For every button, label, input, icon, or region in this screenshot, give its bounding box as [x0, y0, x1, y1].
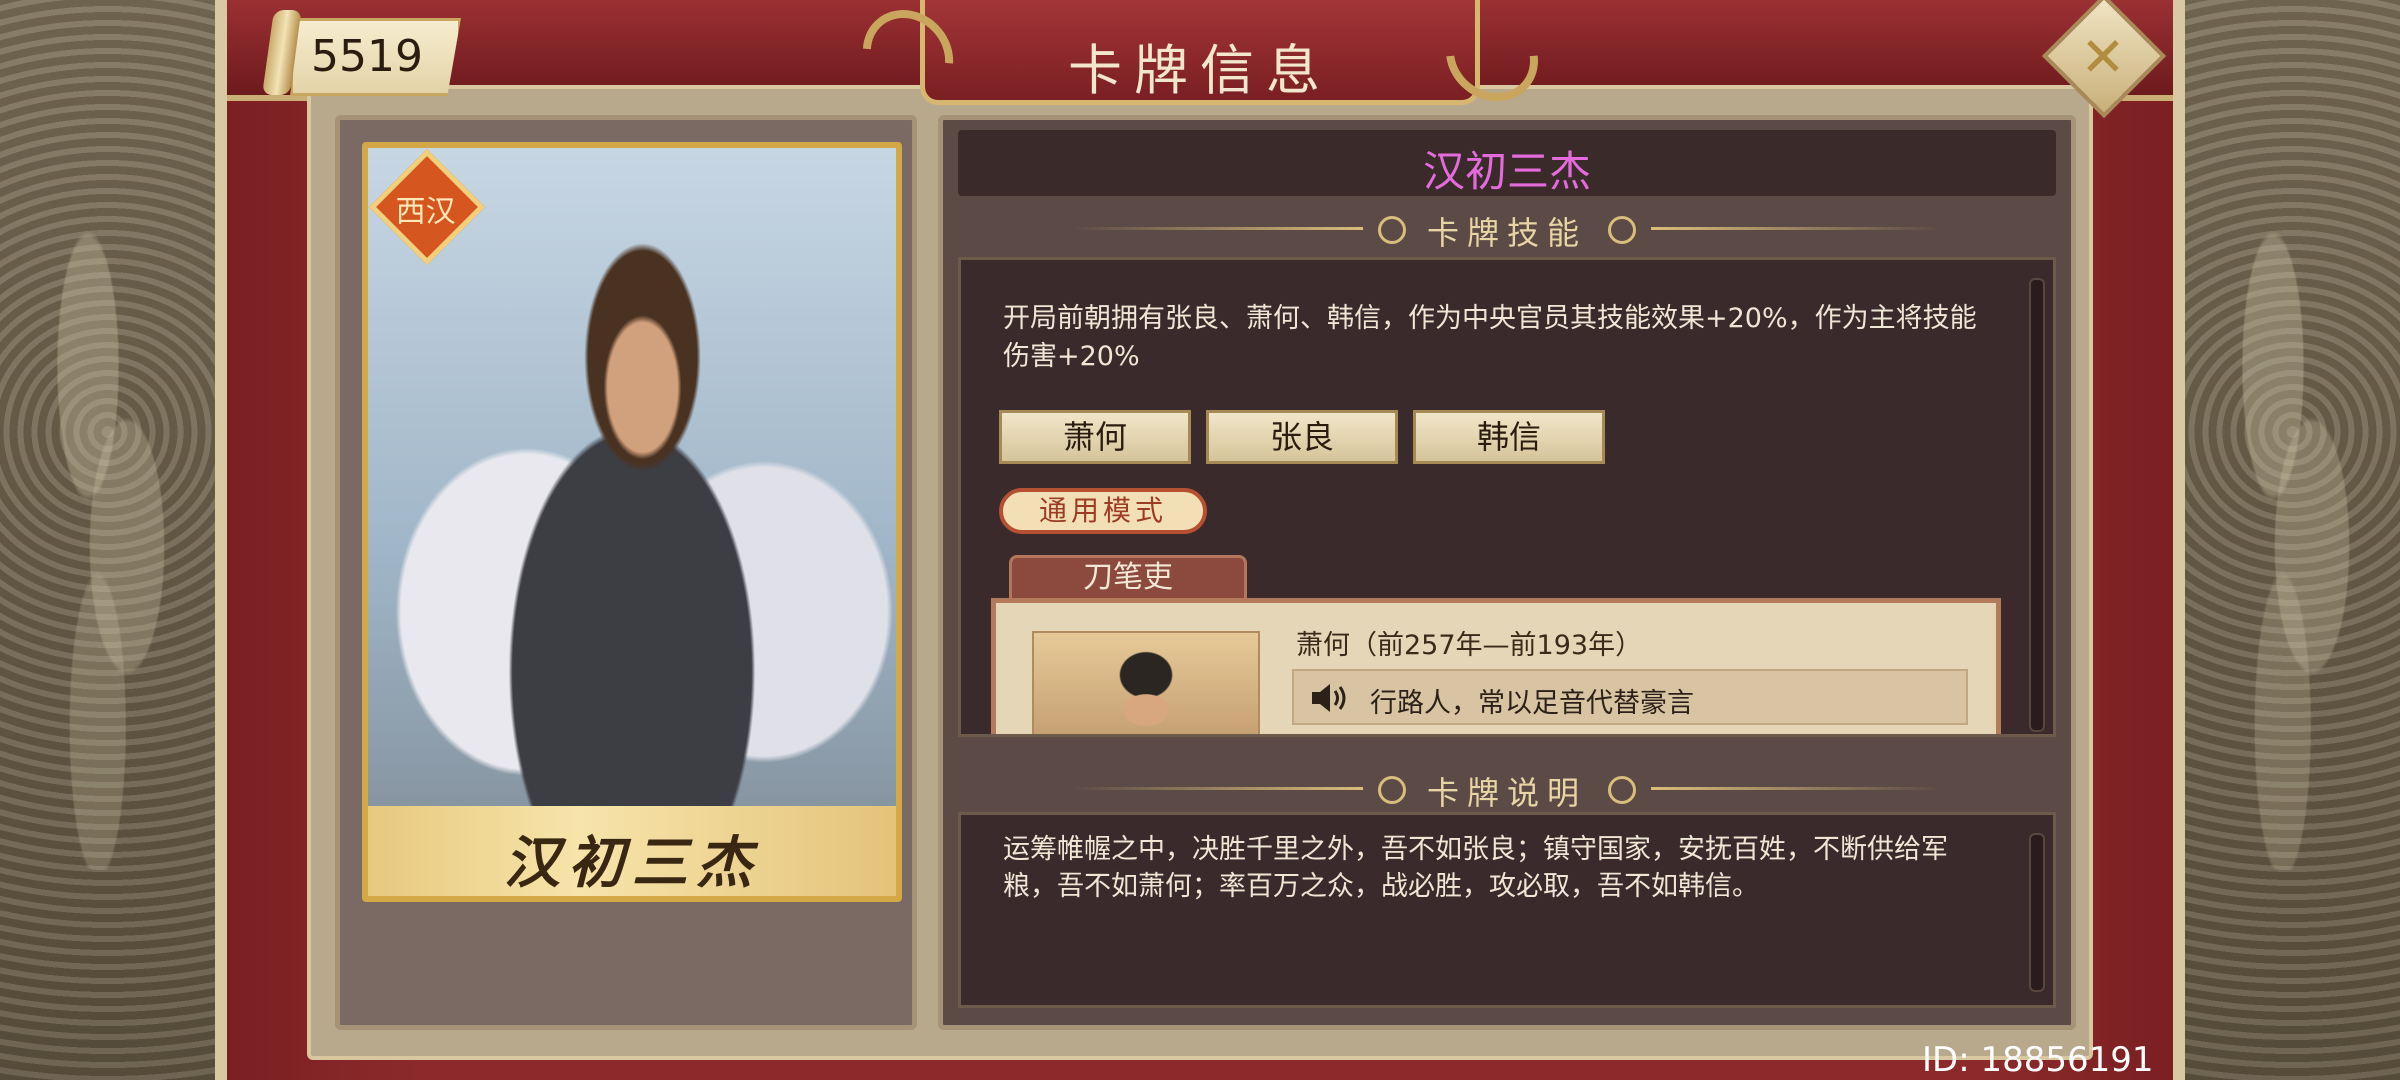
skill-scrollbar[interactable] [2029, 278, 2045, 732]
general-button-xiaohe[interactable]: 萧何 [999, 410, 1191, 464]
close-x-icon: ✕ [2080, 25, 2126, 89]
general-button-hanxin[interactable]: 韩信 [1413, 410, 1605, 464]
voice-line-button[interactable]: 行路人，常以足音代替豪言 [1292, 669, 1968, 725]
card-portrait-panel: 西汉 汉初三杰 [335, 115, 917, 1030]
left-ornament-panel [0, 0, 215, 1080]
dragon-pattern [2195, 150, 2390, 870]
score-value: 5519 [311, 31, 423, 82]
title-plaque: 卡牌信息 [844, 0, 1557, 121]
dragon-pattern [10, 150, 205, 870]
card-description: 运筹帷幄之中，决胜千里之外，吾不如张良；镇守国家，安抚百姓，不断供给军粮，吾不如… [1003, 834, 1948, 902]
skill-section-divider: 卡牌技能 [1073, 208, 1941, 252]
tab-character-role[interactable]: 刀笔吏 [1009, 555, 1247, 599]
skill-section-label: 卡牌技能 [1426, 214, 1587, 252]
card-name-banner: 汉初三杰 [368, 806, 896, 896]
dynasty-badge: 西汉 [369, 149, 485, 265]
dynasty-badge-label: 西汉 [395, 194, 456, 230]
speaker-icon [1312, 684, 1346, 712]
score-display: 5519 [290, 18, 461, 96]
general-button-zhangliang[interactable]: 张良 [1206, 410, 1398, 464]
skill-content-box[interactable]: 开局前朝拥有张良、萧何、韩信，作为中央官员其技能效果+20%，作为主将技能伤害+… [958, 257, 2056, 737]
character-name: 萧何（前257年—前193年） [1296, 630, 1643, 661]
page-title: 卡牌信息 [1068, 39, 1332, 102]
desc-scrollbar[interactable] [2029, 833, 2045, 992]
card-detail-panel: 汉初三杰 卡牌技能 开局前朝拥有张良、萧何、韩信，作为中央官员其技能效果+20%… [938, 115, 2076, 1030]
description-box[interactable]: 运筹帷幄之中，决胜千里之外，吾不如张良；镇守国家，安抚百姓，不断供给军粮，吾不如… [958, 812, 2056, 1008]
mode-badge: 通用模式 [999, 488, 1207, 534]
user-id: ID: 18856191 [1922, 1040, 2154, 1080]
card-title-bar: 汉初三杰 [958, 130, 2056, 196]
card-name-banner-text: 汉初三杰 [504, 830, 760, 896]
right-ornament-panel [2185, 0, 2400, 1080]
card-title: 汉初三杰 [1422, 147, 1591, 196]
skill-description: 开局前朝拥有张良、萧何、韩信，作为中央官员其技能效果+20%，作为主将技能伤害+… [1003, 303, 1977, 372]
character-portrait [1032, 631, 1260, 734]
desc-section-label: 卡牌说明 [1426, 774, 1587, 812]
desc-section-divider: 卡牌说明 [1073, 768, 1941, 812]
character-panel: 萧何（前257年—前193年） 行路人，常以足音代替豪言 [991, 598, 2001, 734]
card-art[interactable]: 西汉 汉初三杰 [362, 142, 902, 902]
voice-line-text: 行路人，常以足音代替豪言 [1370, 688, 1694, 719]
